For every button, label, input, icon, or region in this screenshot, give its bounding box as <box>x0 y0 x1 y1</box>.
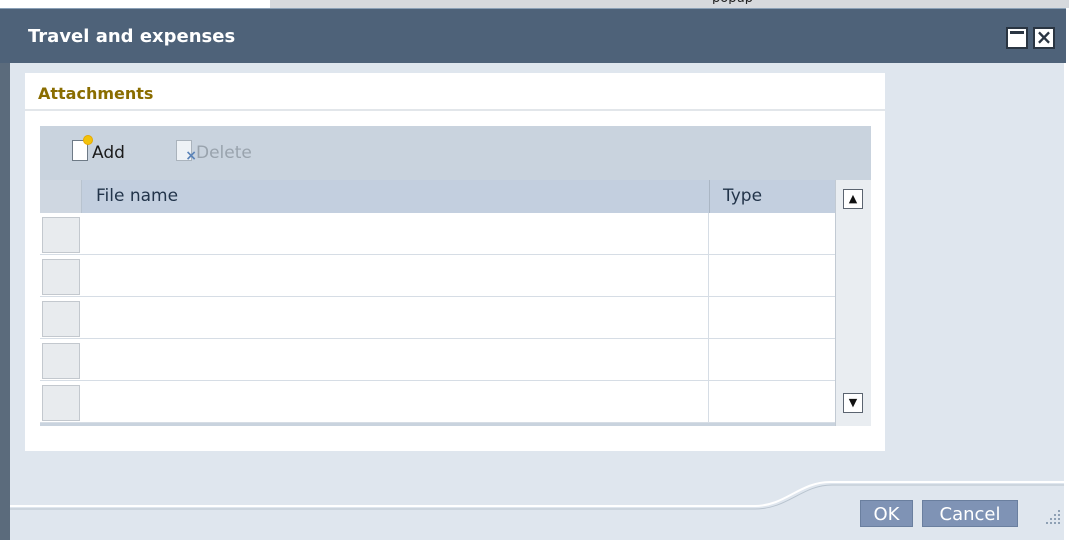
ok-button[interactable]: OK <box>860 500 913 527</box>
cancel-button[interactable]: Cancel <box>922 500 1018 527</box>
table-row[interactable] <box>40 213 835 255</box>
row-selector[interactable] <box>42 343 80 379</box>
section-title: Attachments <box>38 84 154 103</box>
new-document-icon <box>72 136 92 161</box>
column-header-file-name[interactable]: File name <box>96 186 178 206</box>
column-header-type[interactable]: Type <box>723 186 762 206</box>
resize-grip-icon[interactable] <box>1040 502 1062 532</box>
cell-file-name[interactable] <box>82 381 709 422</box>
attachments-panel: Attachments Add Delete File name Type <box>25 73 885 451</box>
scroll-up-icon[interactable]: ▲ <box>843 189 863 209</box>
table-header: File name Type <box>40 180 871 213</box>
attachments-header: Attachments <box>25 73 885 111</box>
table-row[interactable] <box>40 381 835 423</box>
cell-file-name[interactable] <box>82 297 709 338</box>
dialog-title: Travel and expenses <box>28 26 236 47</box>
cell-file-name[interactable] <box>82 339 709 380</box>
maximize-icon[interactable] <box>1006 27 1028 49</box>
row-selector[interactable] <box>42 385 80 421</box>
table-row[interactable] <box>40 339 835 381</box>
vertical-scrollbar[interactable]: ▲ ▼ <box>835 180 871 426</box>
attachments-grid: Add Delete File name Type <box>40 126 871 426</box>
background-popup-text: popup <box>712 0 753 4</box>
scroll-down-icon[interactable]: ▼ <box>843 393 863 413</box>
cell-type[interactable] <box>710 213 835 254</box>
background-strip: popup <box>0 0 1069 8</box>
cell-type[interactable] <box>710 339 835 380</box>
row-selector[interactable] <box>42 301 80 337</box>
attachments-toolbar: Add Delete <box>40 126 871 180</box>
dialog-titlebar[interactable]: Travel and expenses × <box>0 8 1066 63</box>
row-selector[interactable] <box>42 259 80 295</box>
row-selector[interactable] <box>42 217 80 253</box>
delete-label: Delete <box>196 143 252 163</box>
delete-document-icon <box>176 140 197 167</box>
cell-type[interactable] <box>710 255 835 296</box>
cell-file-name[interactable] <box>82 255 709 296</box>
background-bar <box>270 0 1069 8</box>
cell-type[interactable] <box>710 297 835 338</box>
close-icon[interactable]: × <box>1033 27 1055 49</box>
table-row[interactable] <box>40 255 835 297</box>
add-label: Add <box>92 143 125 163</box>
column-divider[interactable] <box>709 180 710 213</box>
cell-type[interactable] <box>710 381 835 422</box>
select-all-cell[interactable] <box>40 180 82 213</box>
cell-file-name[interactable] <box>82 213 709 254</box>
table-row[interactable] <box>40 297 835 339</box>
